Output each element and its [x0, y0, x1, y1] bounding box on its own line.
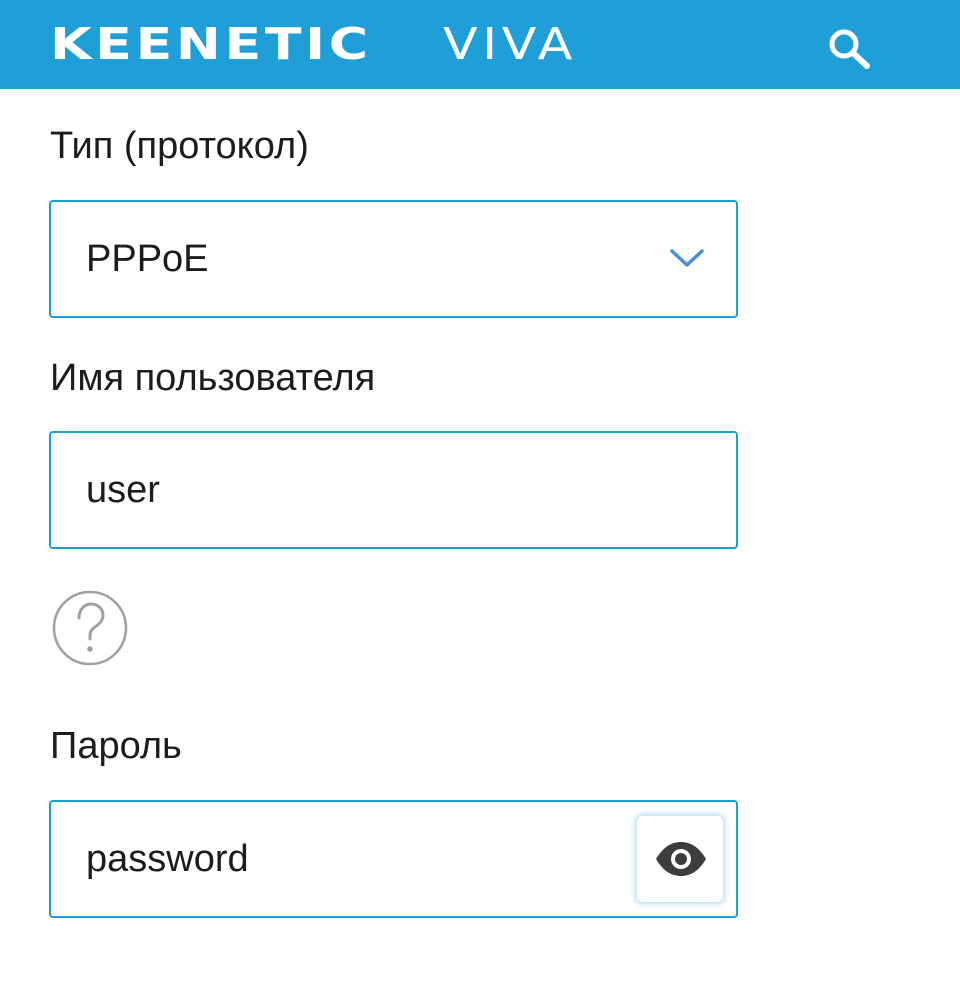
protocol-label: Тип (протокол): [50, 125, 309, 167]
show-password-button[interactable]: [637, 816, 723, 902]
username-label: Имя пользователя: [50, 357, 376, 399]
help-icon: [52, 590, 128, 666]
search-button[interactable]: [822, 24, 876, 72]
protocol-select[interactable]: PPPoE: [49, 200, 738, 318]
password-label: Пароль: [50, 725, 182, 767]
search-icon: [829, 29, 870, 69]
brand-model: VIVA: [443, 18, 577, 70]
username-input[interactable]: user: [49, 431, 738, 549]
chevron-down-icon: [670, 249, 704, 267]
brand-logo: KEENETIC VIVA: [50, 18, 572, 70]
brand-name: KEENETIC: [50, 18, 372, 70]
help-button[interactable]: [52, 590, 128, 666]
app-header: KEENETIC VIVA: [0, 0, 960, 89]
protocol-selected-value: PPPoE: [86, 238, 209, 280]
password-input[interactable]: password: [49, 800, 738, 918]
username-value: user: [86, 469, 160, 511]
eye-icon: [656, 842, 706, 876]
password-value: password: [86, 838, 249, 880]
